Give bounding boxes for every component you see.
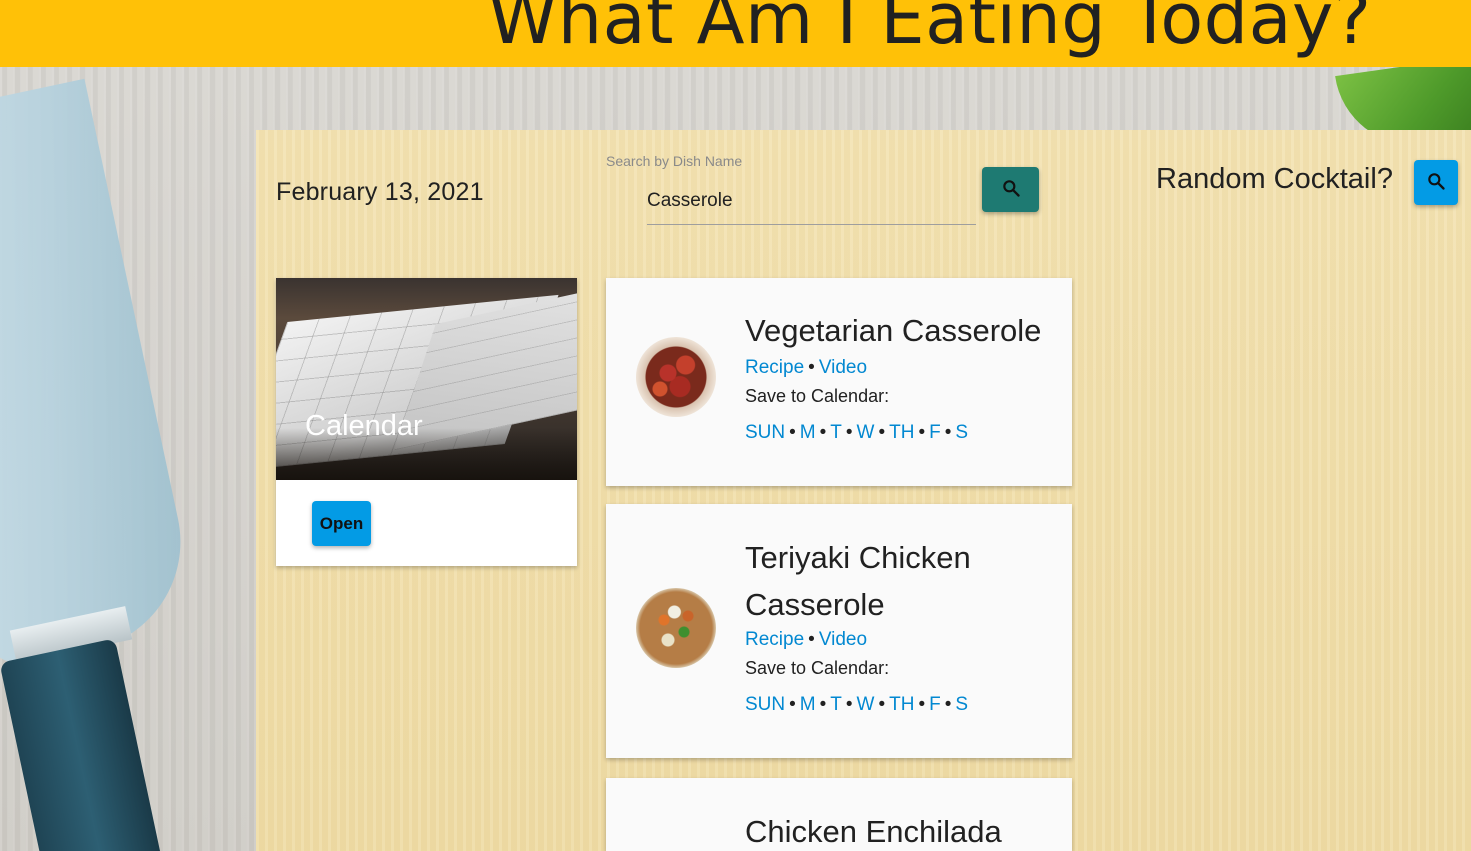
separator: •: [789, 694, 796, 715]
day-link-thu[interactable]: TH: [889, 694, 914, 715]
separator: •: [944, 694, 952, 715]
separator: •: [819, 694, 827, 715]
separator: •: [808, 629, 815, 650]
recipe-name: Vegetarian Casserole: [745, 313, 1042, 348]
app-header: What Am I Eating Today?: [0, 0, 1471, 67]
recipe-name: Chicken Enchilada: [745, 814, 1002, 849]
calendar-image: Calendar: [276, 278, 577, 480]
calendar-card: Calendar Open: [276, 278, 577, 566]
day-link-sun[interactable]: SUN: [745, 694, 785, 715]
save-to-calendar-label: Save to Calendar:: [745, 386, 890, 406]
calendar-card-title: Calendar: [305, 410, 423, 442]
day-links: SUN • M • T • W • TH • F • S: [745, 422, 968, 444]
separator: •: [808, 357, 815, 378]
day-link-sun[interactable]: SUN: [745, 422, 785, 443]
recipe-card: Teriyaki Chicken Casserole Recipe • Video …: [606, 504, 1072, 758]
day-link-thu[interactable]: TH: [889, 422, 914, 443]
random-cocktail-label: Random Cocktail?: [1156, 163, 1393, 195]
separator: •: [918, 422, 926, 443]
recipe-link[interactable]: Recipe: [745, 357, 804, 378]
recipe-card: Chicken Enchilada: [606, 778, 1072, 851]
day-link-mon[interactable]: M: [800, 422, 816, 443]
search-icon: [1001, 178, 1021, 201]
search-label: Search by Dish Name: [606, 153, 743, 169]
day-link-fri[interactable]: F: [929, 694, 941, 715]
day-link-fri[interactable]: F: [929, 422, 941, 443]
search-icon: [1426, 171, 1446, 194]
separator: •: [878, 694, 886, 715]
separator: •: [789, 422, 796, 443]
separator: •: [845, 422, 853, 443]
save-to-calendar-label: Save to Calendar:: [745, 658, 890, 678]
app-title: What Am I Eating Today?: [488, 0, 1372, 60]
knife-blade-decoration: [0, 78, 201, 672]
current-date: February 13, 2021: [276, 178, 484, 206]
day-link-mon[interactable]: M: [800, 694, 816, 715]
search-input[interactable]: [647, 178, 976, 225]
recipe-link[interactable]: Recipe: [745, 629, 804, 650]
recipe-links: Recipe • Video: [745, 357, 867, 379]
open-calendar-button[interactable]: Open: [312, 501, 371, 546]
day-link-tue[interactable]: T: [830, 422, 842, 443]
recipe-card: Vegetarian Casserole Recipe • Video Save t…: [606, 278, 1072, 486]
separator: •: [918, 694, 926, 715]
random-cocktail-button[interactable]: [1414, 160, 1458, 205]
separator: •: [878, 422, 886, 443]
recipe-thumbnail: [636, 337, 716, 417]
day-link-tue[interactable]: T: [830, 694, 842, 715]
recipe-thumbnail: [636, 588, 716, 668]
separator: •: [944, 422, 952, 443]
day-links: SUN • M • T • W • TH • F • S: [745, 694, 968, 716]
video-link[interactable]: Video: [819, 357, 867, 378]
recipe-name: Teriyaki Chicken Casserole: [745, 540, 971, 622]
separator: •: [819, 422, 827, 443]
day-link-sat[interactable]: S: [955, 694, 968, 715]
separator: •: [845, 694, 853, 715]
search-button[interactable]: [982, 167, 1039, 212]
day-link-wed[interactable]: W: [857, 422, 875, 443]
video-link[interactable]: Video: [819, 629, 867, 650]
recipe-links: Recipe • Video: [745, 629, 867, 651]
knife-handle-decoration: [0, 638, 163, 851]
day-link-wed[interactable]: W: [857, 694, 875, 715]
day-link-sat[interactable]: S: [955, 422, 968, 443]
